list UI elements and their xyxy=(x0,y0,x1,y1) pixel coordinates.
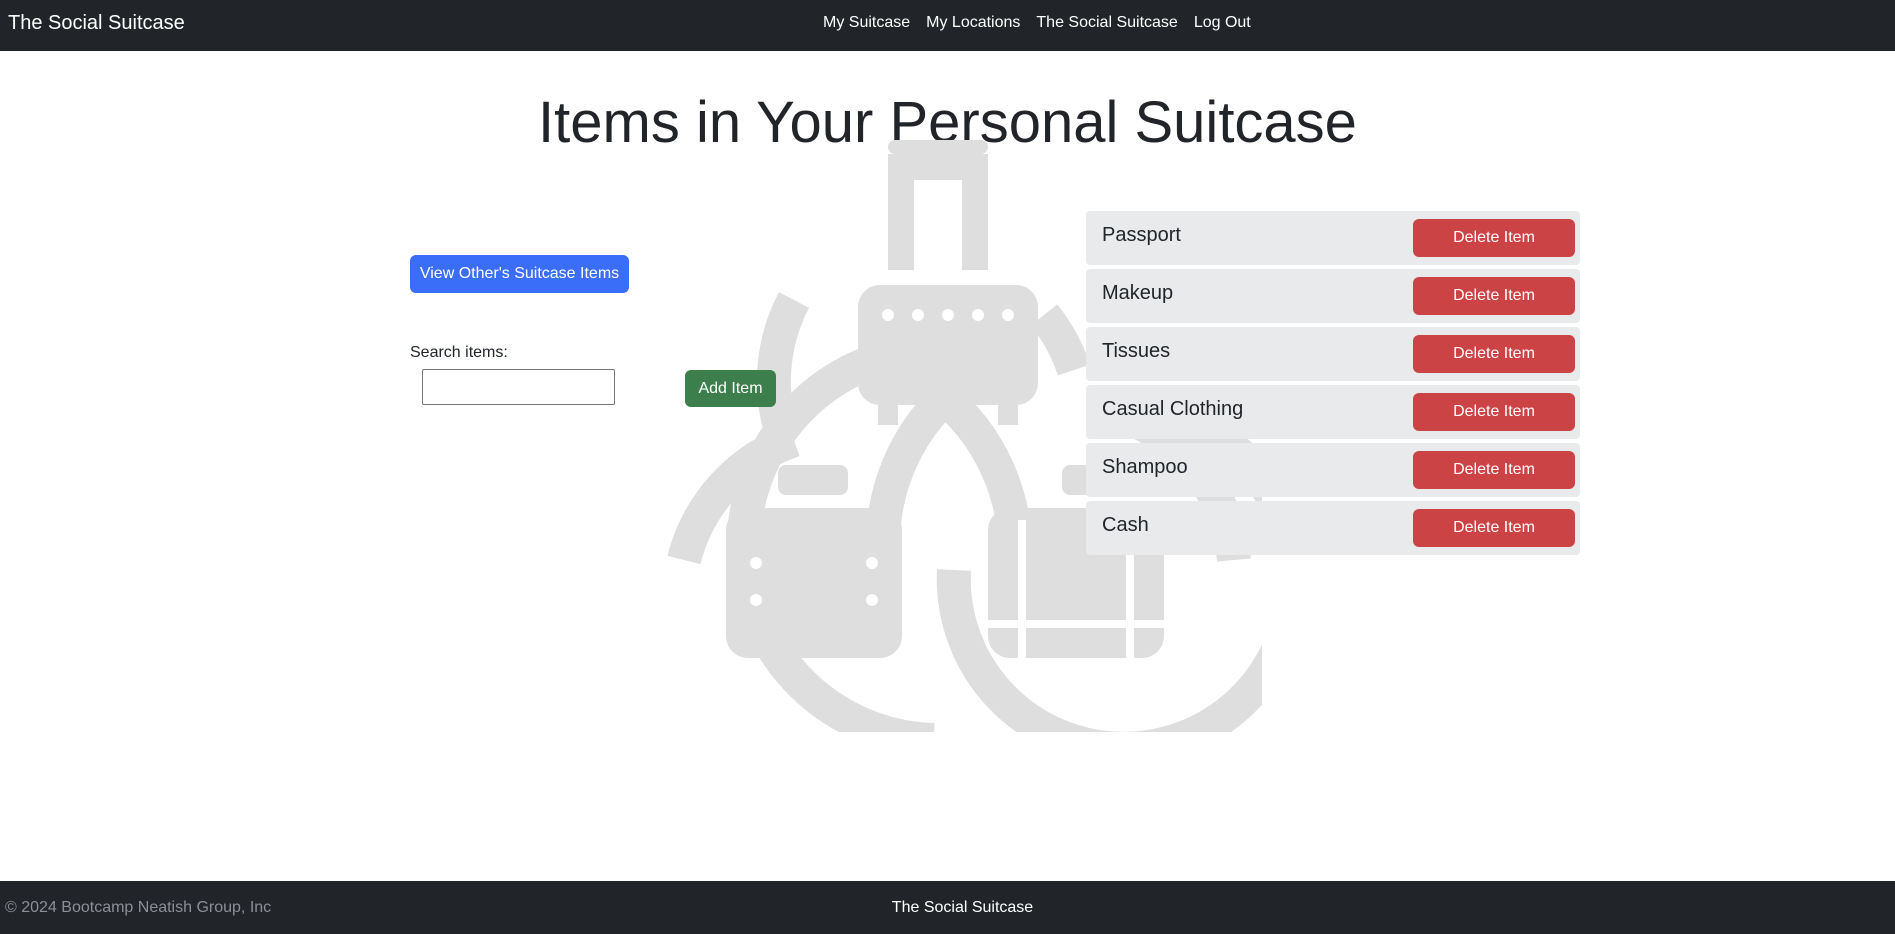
footer-brand: The Social Suitcase xyxy=(891,899,1034,916)
search-label: Search items: xyxy=(410,344,508,361)
suitcase-item-list: Passport Delete Item Makeup Delete Item … xyxy=(1086,211,1580,559)
list-item: Casual Clothing Delete Item xyxy=(1086,385,1580,439)
item-name: Casual Clothing xyxy=(1102,398,1244,420)
delete-item-button[interactable]: Delete Item xyxy=(1413,219,1575,257)
top-navbar: The Social Suitcase My Suitcase My Locat… xyxy=(0,0,1895,51)
item-name: Tissues xyxy=(1102,340,1171,362)
delete-item-button[interactable]: Delete Item xyxy=(1413,335,1575,373)
list-item: Makeup Delete Item xyxy=(1086,269,1580,323)
navbar-links: My Suitcase My Locations The Social Suit… xyxy=(823,13,1251,33)
nav-link-log-out[interactable]: Log Out xyxy=(1194,13,1251,33)
list-item: Cash Delete Item xyxy=(1086,501,1580,555)
delete-item-button[interactable]: Delete Item xyxy=(1413,451,1575,489)
add-item-button[interactable]: Add Item xyxy=(685,370,776,407)
nav-link-the-social-suitcase[interactable]: The Social Suitcase xyxy=(1036,13,1177,33)
nav-link-my-suitcase[interactable]: My Suitcase xyxy=(823,13,910,33)
nav-link-my-locations[interactable]: My Locations xyxy=(926,13,1020,33)
list-item: Passport Delete Item xyxy=(1086,211,1580,265)
delete-item-button[interactable]: Delete Item xyxy=(1413,277,1575,315)
footer: © 2024 Bootcamp Neatish Group, Inc The S… xyxy=(0,881,1895,934)
delete-item-button[interactable]: Delete Item xyxy=(1413,509,1575,547)
search-input[interactable] xyxy=(422,369,615,405)
item-name: Passport xyxy=(1102,224,1181,246)
list-item: Shampoo Delete Item xyxy=(1086,443,1580,497)
navbar-brand-link[interactable]: The Social Suitcase xyxy=(8,11,185,35)
item-name: Makeup xyxy=(1102,282,1174,304)
item-name: Cash xyxy=(1102,514,1149,536)
item-name: Shampoo xyxy=(1102,456,1188,478)
delete-item-button[interactable]: Delete Item xyxy=(1413,393,1575,431)
list-item: Tissues Delete Item xyxy=(1086,327,1580,381)
view-others-suitcase-button[interactable]: View Other's Suitcase Items xyxy=(410,255,629,293)
